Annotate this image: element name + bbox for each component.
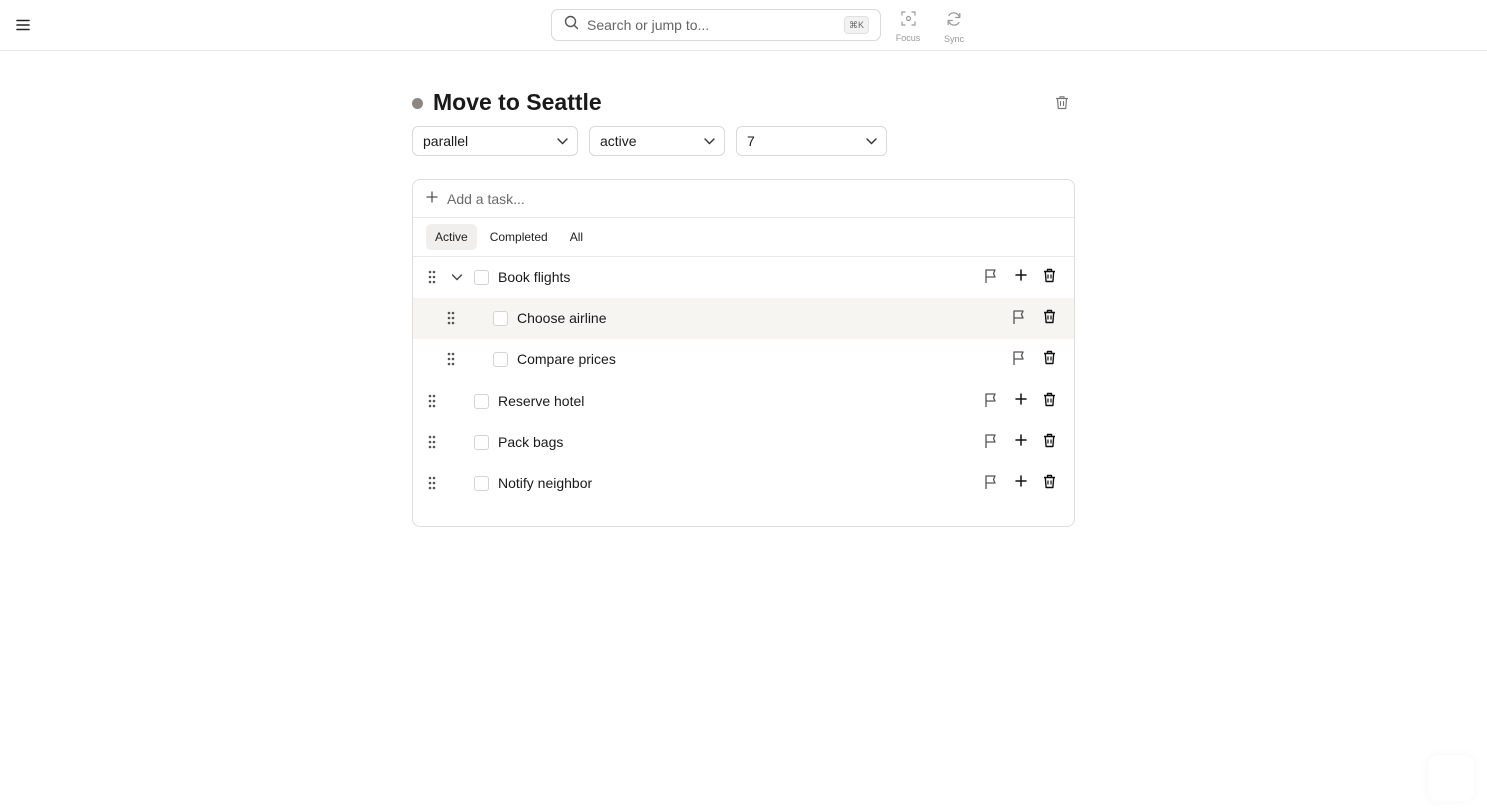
search-placeholder: Search or jump to... — [587, 17, 710, 33]
top-bar: Search or jump to... ⌘K Focus Sync — [0, 0, 1487, 51]
search-shortcut-badge: ⌘K — [844, 16, 869, 34]
task-checkbox[interactable] — [474, 270, 489, 285]
task-row: Book flights — [413, 257, 1074, 298]
add-subtask-icon[interactable] — [1015, 269, 1027, 281]
drag-handle-icon[interactable] — [428, 394, 436, 413]
task-name[interactable]: Reserve hotel — [498, 393, 584, 409]
add-subtask-icon[interactable] — [1015, 434, 1027, 446]
delete-project-icon[interactable] — [1055, 95, 1069, 115]
flag-icon[interactable] — [1012, 350, 1026, 366]
mode-value: parallel — [423, 133, 469, 149]
number-select[interactable]: 7 — [736, 126, 887, 156]
focus-button[interactable]: Focus — [890, 11, 926, 43]
project-header: Move to Seattle — [412, 86, 1075, 122]
task-row: Notify neighbor — [413, 463, 1074, 504]
drag-handle-icon[interactable] — [447, 311, 455, 330]
flag-icon[interactable] — [1012, 309, 1026, 325]
task-checkbox[interactable] — [493, 352, 508, 367]
sync-button[interactable]: Sync — [936, 11, 972, 44]
drag-handle-icon[interactable] — [447, 352, 455, 371]
delete-task-icon[interactable] — [1043, 268, 1056, 283]
project-title[interactable]: Move to Seattle — [433, 89, 602, 116]
task-name[interactable]: Pack bags — [498, 434, 563, 450]
flag-icon[interactable] — [984, 433, 998, 449]
delete-task-icon[interactable] — [1043, 433, 1056, 448]
delete-task-icon[interactable] — [1043, 350, 1056, 365]
menu-icon[interactable] — [12, 14, 34, 36]
delete-task-icon[interactable] — [1043, 309, 1056, 324]
task-name[interactable]: Compare prices — [517, 351, 616, 367]
chevron-down-icon — [704, 137, 715, 145]
flag-icon[interactable] — [984, 392, 998, 408]
sync-icon — [946, 11, 962, 32]
drag-handle-icon[interactable] — [428, 270, 436, 289]
chevron-down-icon[interactable] — [451, 270, 463, 289]
subtask-row: Compare prices — [413, 339, 1074, 380]
plus-icon — [426, 190, 438, 208]
focus-icon — [900, 11, 916, 31]
subtask-row: Choose airline — [413, 298, 1074, 339]
status-value: active — [600, 133, 637, 149]
status-select[interactable]: active — [589, 126, 725, 156]
add-subtask-icon[interactable] — [1015, 393, 1027, 405]
task-name[interactable]: Book flights — [498, 269, 570, 285]
task-checkbox[interactable] — [474, 476, 489, 491]
delete-task-icon[interactable] — [1043, 392, 1056, 407]
task-row: Pack bags — [413, 422, 1074, 463]
focus-label: Focus — [895, 33, 921, 43]
tab-all[interactable]: All — [561, 224, 592, 250]
task-name[interactable]: Notify neighbor — [498, 475, 592, 491]
number-value: 7 — [747, 133, 755, 149]
delete-task-icon[interactable] — [1043, 474, 1056, 489]
task-name[interactable]: Choose airline — [517, 310, 607, 326]
tab-completed[interactable]: Completed — [481, 224, 557, 250]
flag-icon[interactable] — [984, 268, 998, 284]
add-task-placeholder: Add a task... — [447, 190, 525, 207]
task-panel: Add a task... Active Completed All Book … — [412, 179, 1075, 527]
floating-corner-widget[interactable] — [1428, 755, 1474, 801]
chevron-down-icon — [866, 137, 877, 145]
task-filter-tabs: Active Completed All — [413, 218, 1074, 257]
mode-select[interactable]: parallel — [412, 126, 578, 156]
drag-handle-icon[interactable] — [428, 435, 436, 454]
search-input[interactable]: Search or jump to... ⌘K — [551, 9, 881, 41]
task-row: Reserve hotel — [413, 381, 1074, 422]
sync-label: Sync — [943, 34, 964, 44]
task-checkbox[interactable] — [474, 394, 489, 409]
task-checkbox[interactable] — [474, 435, 489, 450]
flag-icon[interactable] — [984, 474, 998, 490]
project-color-dot[interactable] — [412, 98, 423, 109]
add-subtask-icon[interactable] — [1015, 475, 1027, 487]
add-task-input[interactable]: Add a task... — [413, 180, 1074, 218]
task-checkbox[interactable] — [493, 311, 508, 326]
drag-handle-icon[interactable] — [428, 476, 436, 495]
chevron-down-icon — [557, 137, 568, 145]
tab-active[interactable]: Active — [426, 224, 477, 250]
search-icon — [564, 15, 579, 35]
